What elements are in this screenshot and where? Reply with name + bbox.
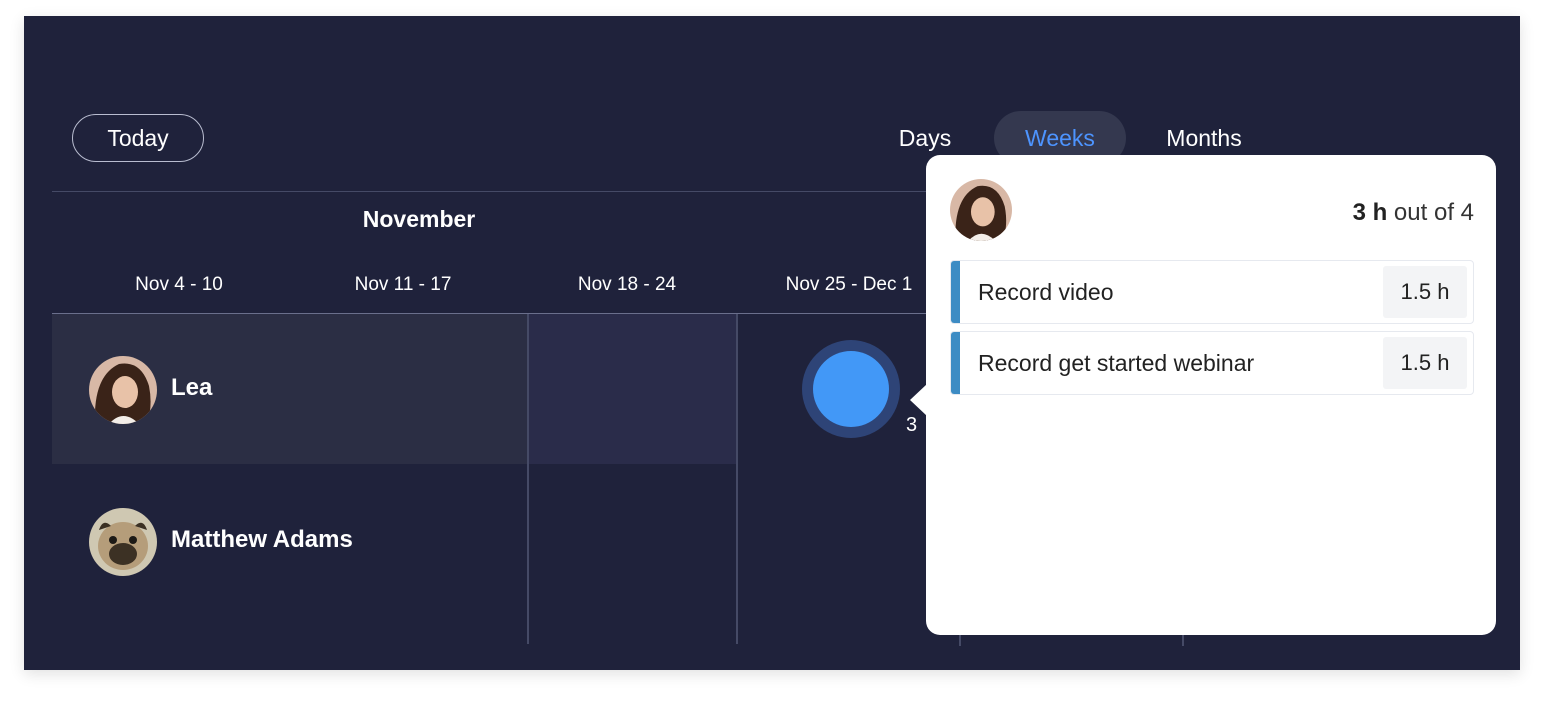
avatar-lea xyxy=(89,356,157,424)
popup-avatar xyxy=(950,179,1012,241)
week-label: Nov 18 - 24 xyxy=(577,274,677,295)
task-item[interactable]: Record video 1.5 h xyxy=(950,260,1474,324)
column-divider xyxy=(736,314,738,644)
avatar-matthew-adams xyxy=(89,508,157,576)
month-label: November xyxy=(362,206,476,232)
hours-total: out of 4 xyxy=(1387,199,1474,226)
header-divider xyxy=(52,191,932,192)
task-color-stripe xyxy=(951,332,960,394)
column-divider xyxy=(527,314,529,644)
task-name: Record video xyxy=(978,278,1114,305)
workload-bubble[interactable] xyxy=(813,351,889,427)
person-name: Lea xyxy=(171,374,213,401)
popup-pointer xyxy=(910,384,927,416)
hours-summary: 3 h out of 4 xyxy=(1353,199,1474,227)
task-item[interactable]: Record get started webinar 1.5 h xyxy=(950,331,1474,395)
today-button[interactable]: Today xyxy=(72,114,204,162)
week-label: Nov 11 - 17 xyxy=(354,274,452,295)
task-hours: 1.5 h xyxy=(1383,337,1467,389)
week-label: Nov 25 - Dec 1 xyxy=(785,274,913,295)
current-week-cell xyxy=(529,314,737,464)
task-color-stripe xyxy=(951,261,960,323)
workload-count: 3 xyxy=(906,414,918,436)
task-hours: 1.5 h xyxy=(1383,266,1467,318)
workload-popup: 3 h out of 4 Record video 1.5 h Record g… xyxy=(926,155,1496,635)
task-name: Record get started webinar xyxy=(978,349,1255,376)
person-name: Matthew Adams xyxy=(171,526,353,553)
week-label: Nov 4 - 10 xyxy=(135,274,223,295)
hours-used: 3 h xyxy=(1352,199,1388,226)
